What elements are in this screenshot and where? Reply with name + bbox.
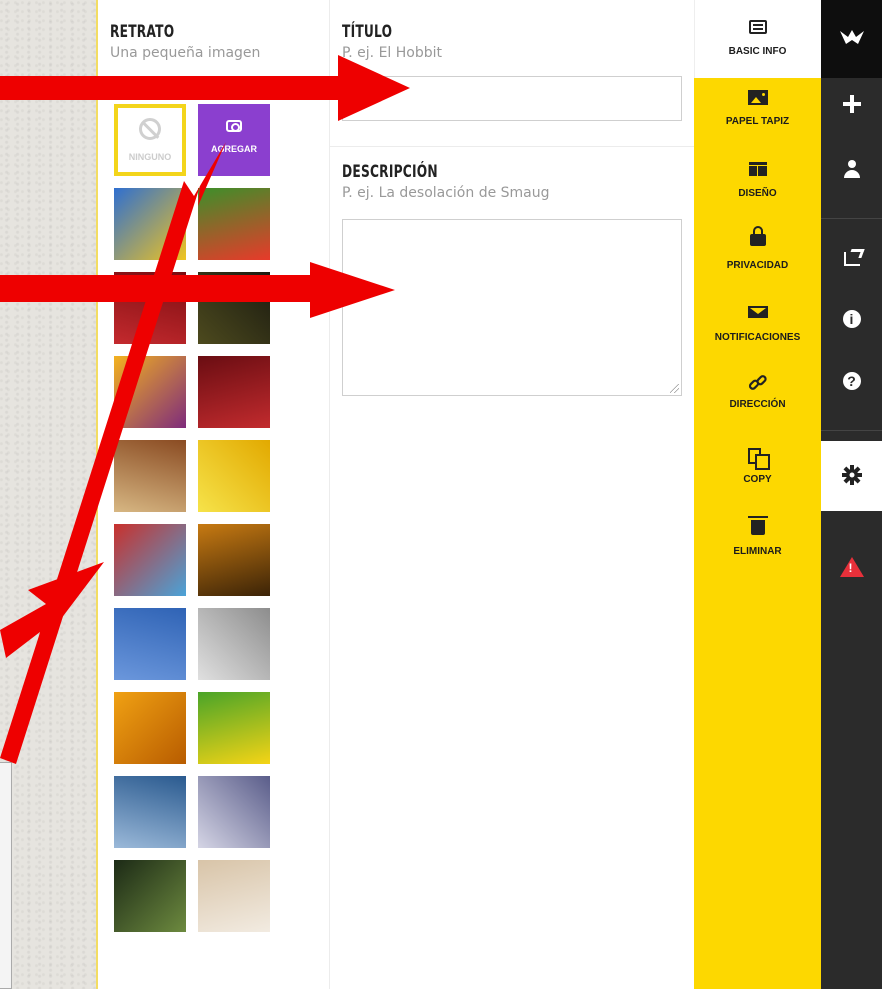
link-icon — [694, 373, 821, 391]
birthday-cake-image[interactable] — [114, 524, 186, 596]
people-silhouettes-image[interactable] — [198, 524, 270, 596]
menu-item-label: BASIC INFO — [728, 46, 787, 57]
menu-item-label: COPY — [743, 474, 772, 485]
menu-item-address[interactable]: DIRECCIÓN — [694, 373, 821, 410]
menu-item-wallpaper[interactable]: PAPEL TAPIZ — [694, 88, 821, 127]
plus-icon[interactable] — [821, 95, 882, 113]
fireworks-image[interactable] — [114, 188, 186, 260]
origami-crane-image[interactable] — [114, 356, 186, 428]
globe-image[interactable] — [114, 608, 186, 680]
warning-icon[interactable] — [821, 557, 882, 577]
envelope-icon — [747, 306, 768, 318]
red-rose-image[interactable] — [114, 272, 186, 344]
description-field-header: DESCRIPCIÓN P. ej. La desolación de Smau… — [342, 162, 550, 201]
menu-item-label: PRIVACIDAD — [726, 260, 789, 271]
background-card-edge — [0, 762, 12, 989]
numbers-image[interactable] — [198, 356, 270, 428]
menu-item-delete[interactable]: ELIMINAR — [694, 516, 821, 557]
picture-icon — [747, 90, 768, 105]
description-field-hint: P. ej. La desolación de Smaug — [342, 185, 550, 201]
chimpanzee-image[interactable] — [114, 860, 186, 932]
portrait-add-label: AGREGAR — [210, 144, 257, 154]
pocket-watch-image[interactable] — [198, 608, 270, 680]
wedding-couple-image[interactable] — [198, 776, 270, 848]
menu-item-privacy[interactable]: PRIVACIDAD — [694, 226, 821, 271]
menu-item-design[interactable]: DISEÑO — [694, 159, 821, 199]
title-field-hint: P. ej. El Hobbit — [342, 45, 442, 61]
copy-icon — [748, 448, 770, 470]
portrait-title: RETRATO — [110, 22, 175, 42]
dark-texture-image[interactable] — [198, 272, 270, 344]
info-icon[interactable]: i — [821, 310, 882, 328]
babies-image[interactable] — [198, 860, 270, 932]
user-icon[interactable] — [821, 160, 882, 178]
gear-icon[interactable] — [821, 464, 882, 491]
portrait-none-option[interactable]: NINGUNO — [114, 104, 186, 176]
resize-handle[interactable] — [670, 384, 679, 393]
smiley-face-image[interactable] — [198, 692, 270, 764]
newspaper-icon — [748, 20, 767, 34]
megaphone-image[interactable] — [114, 692, 186, 764]
description-textarea[interactable] — [342, 219, 682, 396]
notebook-image[interactable] — [114, 440, 186, 512]
sidebar-separator — [821, 218, 882, 219]
menu-item-label: DISEÑO — [738, 188, 777, 199]
menu-item-label: PAPEL TAPIZ — [725, 116, 790, 127]
portrait-add-button[interactable]: AGREGAR — [198, 104, 270, 176]
share-icon[interactable] — [821, 252, 882, 266]
portrait-image-grid: NINGUNO AGREGAR — [114, 104, 274, 932]
sidebar-separator — [821, 430, 882, 431]
sticky-note-checklist-image[interactable] — [198, 440, 270, 512]
portrait-header: RETRATO Una pequeña imagen — [110, 22, 260, 61]
title-input[interactable] — [342, 76, 682, 121]
crane-logo-icon[interactable] — [821, 28, 882, 53]
trash-icon — [747, 516, 768, 535]
app-sidebar: i ? — [821, 0, 882, 989]
ban-icon — [139, 118, 161, 140]
camera-icon — [226, 120, 242, 132]
basic-info-form: TÍTULO P. ej. El Hobbit DESCRIPCIÓN P. e… — [330, 0, 694, 989]
scales-of-justice-image[interactable] — [114, 776, 186, 848]
menu-item-copy[interactable]: COPY — [694, 447, 821, 485]
settings-menu: BASIC INFO PAPEL TAPIZ DISEÑO PRIVACIDAD… — [694, 0, 821, 989]
menu-item-label: ELIMINAR — [733, 546, 782, 557]
layout-icon — [748, 162, 767, 176]
portrait-panel: RETRATO Una pequeña imagen NINGUNO AGREG… — [98, 0, 330, 989]
title-field-label: TÍTULO — [342, 22, 393, 42]
title-field-header: TÍTULO P. ej. El Hobbit — [342, 22, 442, 61]
description-field-label: DESCRIPCIÓN — [342, 162, 438, 182]
portrait-none-label: NINGUNO — [128, 152, 172, 162]
form-divider — [330, 146, 694, 147]
portrait-subtitle: Una pequeña imagen — [110, 45, 261, 61]
soccer-image[interactable] — [198, 188, 270, 260]
paper-background — [0, 0, 98, 989]
menu-item-label: DIRECCIÓN — [729, 399, 786, 410]
help-icon[interactable]: ? — [821, 372, 882, 390]
menu-item-label: NOTIFICACIONES — [714, 332, 801, 343]
lock-icon — [749, 226, 766, 246]
menu-item-basic-info[interactable]: BASIC INFO — [694, 18, 821, 57]
menu-item-notifications[interactable]: NOTIFICACIONES — [694, 302, 821, 343]
